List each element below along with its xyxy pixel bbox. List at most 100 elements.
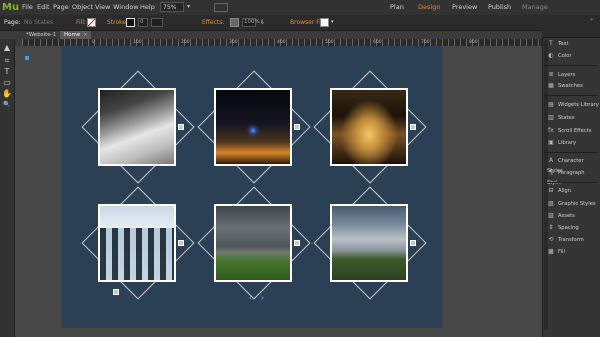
stroke-align-field[interactable] (151, 18, 163, 27)
hand-tool-icon[interactable]: ✋ (2, 89, 12, 99)
panel-item-align[interactable]: ⊟ Align (547, 186, 571, 196)
panel-item-label: Widgets Library (558, 102, 599, 108)
panel-item-assets[interactable]: ▨ Assets (547, 211, 575, 221)
menu-page[interactable]: Page (53, 1, 69, 14)
panel-item-label: Graphic Styles (558, 201, 596, 207)
paragraph-icon: ¶ (549, 169, 553, 176)
graphic-styles-icon: ▧ (548, 200, 554, 207)
tab-label: Home (64, 32, 81, 38)
menu-view[interactable]: View (95, 1, 110, 14)
panel-item-color[interactable]: ◐ Color (547, 51, 572, 61)
panel-item-states[interactable]: ▥ States (547, 113, 574, 123)
panel-item-transform[interactable]: ⟲ Transform (547, 235, 583, 245)
collapse-panel-icon[interactable]: » (590, 17, 593, 23)
chevron-down-icon[interactable]: ▾ (331, 15, 334, 30)
panel-item-label: Text (558, 41, 569, 47)
panel-item-graphic-styles[interactable]: ▧ Graphic Styles (547, 199, 596, 209)
text-tool-icon[interactable]: T (2, 67, 12, 77)
gallery-thumbnail[interactable] (98, 88, 176, 166)
resize-handle[interactable] (178, 124, 184, 130)
menu-file[interactable]: File (22, 1, 33, 14)
menu-help[interactable]: Help (140, 1, 155, 14)
fx-icon: fx (548, 127, 554, 134)
close-icon[interactable]: × (83, 32, 87, 38)
next-arrow-icon[interactable]: › (261, 294, 264, 302)
panel-item-label: Scroll Effects (558, 128, 592, 134)
menu-window[interactable]: Window (113, 1, 139, 14)
crop-tool-icon[interactable]: ⌗ (2, 56, 12, 66)
stroke-swatch[interactable] (126, 18, 135, 27)
download-icon[interactable]: ⇩ (260, 15, 265, 30)
panel-item-scroll-effects[interactable]: fx Scroll Effects (547, 126, 592, 136)
gallery-thumbnail[interactable] (98, 204, 176, 282)
fill-label: Fill: (76, 19, 87, 26)
menu-object[interactable]: Object (72, 1, 93, 14)
gallery-thumbnail[interactable] (214, 88, 292, 166)
photo-storm-field-1 (216, 206, 290, 280)
ruler-mark: 200 (181, 40, 190, 45)
text-icon: T (549, 40, 553, 47)
gallery-thumbnail[interactable] (214, 204, 292, 282)
ruler-mark: 300 (229, 40, 238, 45)
mode-preview[interactable]: Preview (452, 0, 477, 15)
page-states-select[interactable]: No States (24, 15, 53, 30)
chevron-down-icon[interactable]: ▾ (187, 2, 190, 12)
panel-item-label: Library (558, 140, 577, 146)
effects-swatch[interactable] (230, 18, 239, 27)
widgets-icon: ▤ (548, 101, 554, 108)
mode-manage[interactable]: Manage (522, 0, 548, 15)
ruler-mark: 400 (277, 40, 286, 45)
fill-swatch[interactable] (87, 18, 96, 27)
color-icon: ◐ (548, 52, 554, 59)
panel-item-library[interactable]: ▣ Library (547, 138, 576, 148)
browser-fill-swatch[interactable] (320, 18, 329, 27)
resize-handle[interactable] (294, 124, 300, 130)
character-styles-icon: A (548, 157, 554, 164)
photo-storm-field-2 (332, 206, 406, 280)
stroke-label: Stroke: (107, 19, 129, 26)
panel-item-label: Layers (558, 72, 576, 78)
gallery-thumbnail[interactable] (330, 88, 408, 166)
panel-item-fill[interactable]: ▩ Fill (547, 247, 565, 257)
add-item-handle[interactable] (113, 289, 119, 295)
resize-handle[interactable] (410, 124, 416, 130)
view-options-button[interactable] (214, 3, 228, 12)
panel-item-character-styles[interactable]: A Character Styles (547, 156, 600, 174)
document-tab-bar (22, 31, 542, 39)
panel-item-label: Swatches (558, 83, 583, 89)
menu-edit[interactable]: Edit (37, 1, 50, 14)
panel-divider (544, 152, 598, 153)
stroke-width-field[interactable]: 0 (138, 18, 148, 27)
selection-tool-icon[interactable]: ▲ (2, 43, 12, 53)
muse-logo: Mu (2, 2, 20, 13)
tab-home[interactable]: Home × (60, 31, 92, 39)
panel-item-spacing[interactable]: ⇕ Spacing (547, 223, 578, 233)
rectangle-tool-icon[interactable]: ▭ (2, 78, 12, 88)
panel-item-label: Color (558, 53, 572, 59)
panel-item-text[interactable]: T Text (547, 39, 569, 49)
panel-item-swatches[interactable]: ▦ Swatches (547, 81, 583, 91)
states-icon: ▥ (548, 114, 554, 121)
mode-design[interactable]: Design (418, 0, 440, 15)
align-icon: ⊟ (548, 187, 554, 194)
mode-plan[interactable]: Plan (390, 0, 404, 15)
panel-item-paragraph-styles[interactable]: ¶ Paragraph Styl... (547, 168, 600, 186)
panel-item-layers[interactable]: ≣ Layers (547, 70, 575, 80)
panel-divider (544, 95, 598, 96)
previous-arrow-icon[interactable]: ‹ (249, 294, 252, 302)
photo-glowing-jars (332, 90, 406, 164)
resize-handle[interactable] (294, 240, 300, 246)
mode-publish[interactable]: Publish (488, 0, 511, 15)
resize-handle[interactable] (410, 240, 416, 246)
page-anchor-marker[interactable] (25, 56, 29, 60)
swatches-icon: ▦ (548, 82, 554, 89)
panel-item-widgets-library[interactable]: ▤ Widgets Library (547, 100, 599, 110)
panel-item-label: Fill (558, 249, 565, 255)
gallery-thumbnail[interactable] (330, 204, 408, 282)
zoom-select[interactable]: 75% (160, 2, 184, 12)
opacity-field[interactable]: 100% (242, 18, 260, 27)
zoom-tool-icon[interactable]: 🔍 (2, 100, 12, 110)
resize-handle[interactable] (178, 240, 184, 246)
panel-item-label: Align (558, 188, 572, 194)
ruler-mark: 600 (373, 40, 382, 45)
